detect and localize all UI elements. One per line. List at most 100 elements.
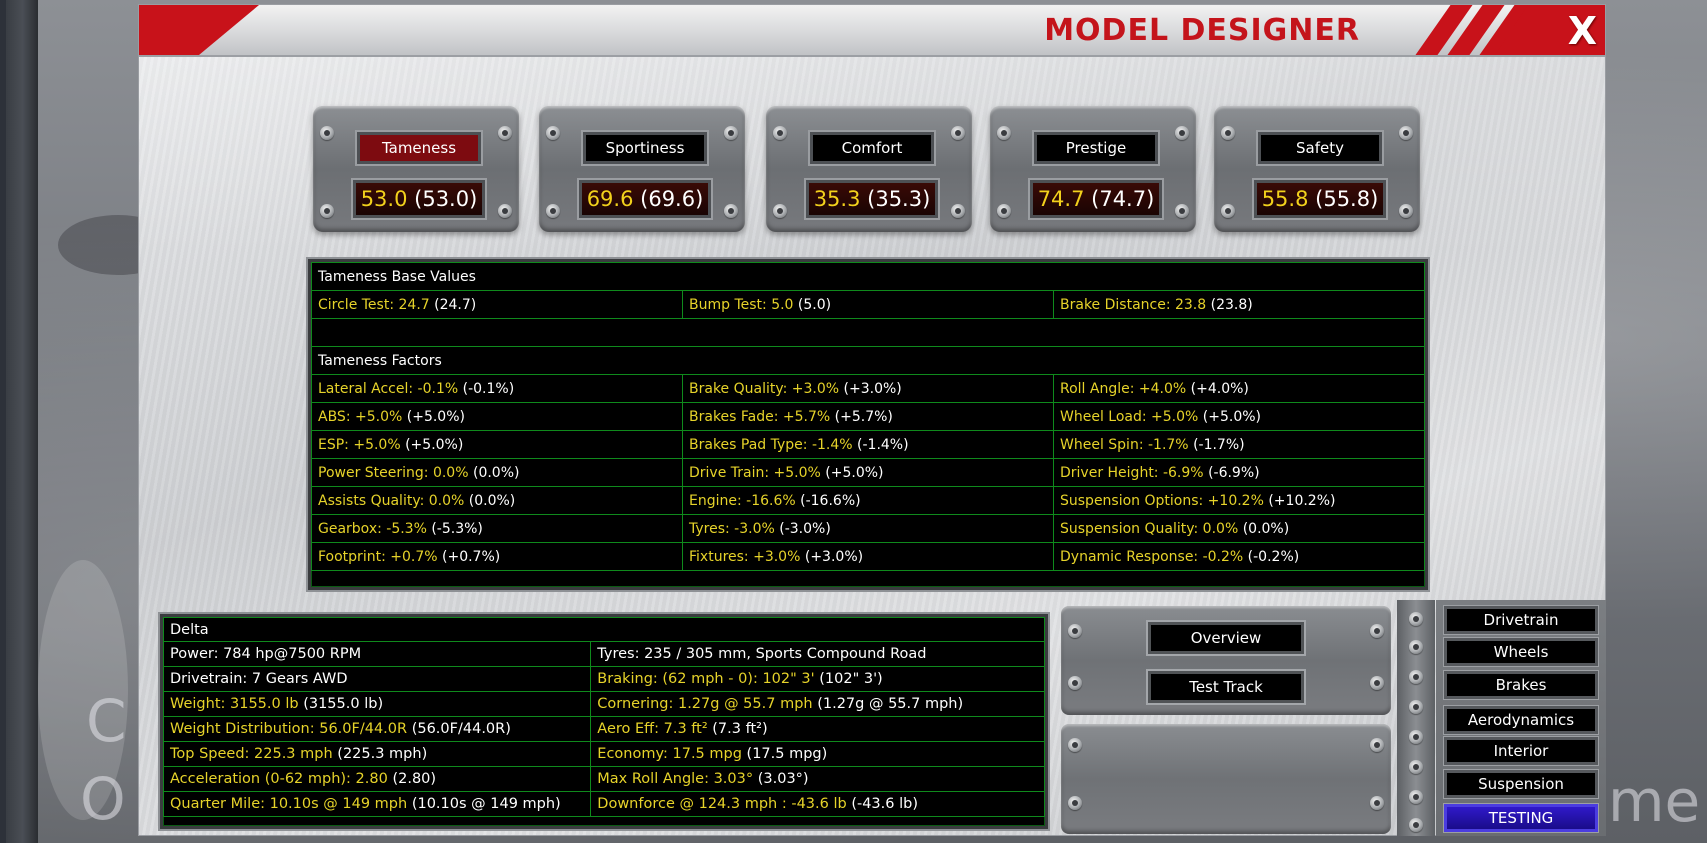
stat-label: Roll Angle: +4.0% [1060,380,1187,397]
rating-previous: (74.7) [1091,187,1155,211]
screw-icon [724,204,738,218]
stat-cell: Cornering: 1.27g @ 55.7 mph (1.27g @ 55.… [590,691,1045,717]
stat-label: Circle Test: 24.7 [318,296,430,313]
action-panel: Overview Test Track [1061,606,1391,715]
menu-button-interior[interactable]: Interior [1443,736,1599,766]
stat-label: Suspension Quality: 0.0% [1060,520,1239,537]
stat-label: ESP: +5.0% [318,436,401,453]
background-ghost-text: O [80,765,126,833]
stat-previous: (+5.0%) [406,408,465,425]
title-accent-left [139,5,259,55]
screw-icon [320,204,334,218]
screw-icon [951,126,965,140]
stat-previous: (1.27g @ 55.7 mph) [817,696,964,712]
stat-previous: (+0.7%) [442,548,501,565]
rating-current: 35.3 [813,187,861,211]
title-bar: MODEL DESIGNER X [139,5,1605,57]
stat-label: Wheel Spin: -1.7% [1060,436,1189,453]
screw-icon [997,126,1011,140]
menu-button-brakes[interactable]: Brakes [1443,670,1599,700]
table-row: Quarter Mile: 10.10s @ 149 mph (10.10s @… [162,791,1045,817]
screw-icon [546,204,560,218]
close-button[interactable]: X [1568,9,1597,53]
table-row: Circle Test: 24.7 (24.7) Bump Test: 5.0 (… [311,290,1425,319]
stat-previous: (5.0) [797,296,832,313]
stat-cell: Power: 784 hp@7500 RPM [162,641,592,667]
stat-cell: Weight: 3155.0 lb (3155.0 lb) [162,691,592,717]
screw-icon [320,126,334,140]
table-row: Weight: 3155.0 lb (3155.0 lb) Cornering: … [162,691,1045,717]
screw-icon [773,126,787,140]
screw-icon [498,204,512,218]
rating-tab-sportiness[interactable]: Sportiness [581,130,709,166]
stat-previous: (-0.1%) [462,380,515,397]
rating-plate-comfort: Comfort 35.3 (35.3) [766,106,972,232]
rating-tab-safety[interactable]: Safety [1256,130,1384,166]
stat-label: Brake Quality: +3.0% [689,380,840,397]
menu-button-drivetrain[interactable]: Drivetrain [1443,605,1599,635]
table-row: Weight Distribution: 56.0F/44.0R (56.0F/… [162,716,1045,742]
stat-cell: Assists Quality: 0.0% (0.0%) [311,486,683,515]
menu-button-testing[interactable]: TESTING [1443,803,1599,833]
rating-tab-comfort[interactable]: Comfort [808,130,936,166]
stat-previous: (2.80) [392,771,437,787]
stat-previous: (7.3 ft²) [712,721,768,737]
table-row: ESP: +5.0% (+5.0%) Brakes Pad Type: -1.4%… [311,430,1425,459]
screw-icon [773,204,787,218]
stat-cell: Lateral Accel: -0.1% (-0.1%) [311,374,683,403]
table-row: Drivetrain: 7 Gears AWD Braking: (62 mph… [162,666,1045,692]
spacer-row [311,318,1425,347]
stat-label: Brake Distance: 23.8 [1060,296,1207,313]
screw-icon [498,126,512,140]
stat-cell: Brakes Fade: +5.7% (+5.7%) [682,402,1054,431]
stat-label: Power: 784 hp@7500 RPM [170,646,362,662]
stat-cell: Brakes Pad Type: -1.4% (-1.4%) [682,430,1054,459]
stat-label: Drive Train: +5.0% [689,464,821,481]
screw-icon [1221,126,1235,140]
menu-button-suspension[interactable]: Suspension [1443,769,1599,799]
stat-previous: (56.0F/44.0R) [411,721,511,737]
stat-previous: (-1.4%) [857,436,909,453]
rating-value: 74.7 (74.7) [1028,178,1164,220]
stat-label: Tyres: -3.0% [689,520,775,537]
stat-cell: Suspension Quality: 0.0% (0.0%) [1053,514,1425,543]
rating-plate-prestige: Prestige 74.7 (74.7) [990,106,1196,232]
screw-icon [1399,204,1413,218]
rating-tab-prestige[interactable]: Prestige [1032,130,1160,166]
stat-previous: (+10.2%) [1268,492,1336,509]
tameness-table: Tameness Base Values Circle Test: 24.7 (… [308,259,1428,590]
stat-cell: Top Speed: 225.3 mph (225.3 mph) [162,741,592,767]
stat-previous: (23.8) [1210,296,1253,313]
rating-current: 74.7 [1037,187,1085,211]
stat-label: Tyres: 235 / 305 mm, Sports Compound Roa… [597,646,927,662]
screw-icon [1175,126,1189,140]
menu-button-aerodynamics[interactable]: Aerodynamics [1443,705,1599,735]
stat-cell: Dynamic Response: -0.2% (-0.2%) [1053,542,1425,571]
rating-plate-sportiness: Sportiness 69.6 (69.6) [539,106,745,232]
stat-cell: Max Roll Angle: 3.03° (3.03°) [590,766,1045,792]
stat-previous: (+5.0%) [1202,408,1262,425]
overview-button[interactable]: Overview [1146,620,1306,656]
screw-icon [1221,204,1235,218]
stat-label: ABS: +5.0% [318,408,403,425]
stat-cell: Weight Distribution: 56.0F/44.0R (56.0F/… [162,716,592,742]
delta-table: Delta Power: 784 hp@7500 RPM Tyres: 235 … [160,614,1048,829]
test-track-button[interactable]: Test Track [1146,669,1306,705]
stat-label: Weight: 3155.0 lb [170,696,299,712]
stat-label: Assists Quality: 0.0% [318,492,465,509]
table-row: Top Speed: 225.3 mph (225.3 mph) Economy:… [162,741,1045,767]
stat-cell: Suspension Options: +10.2% (+10.2%) [1053,486,1425,515]
stat-label: Lateral Accel: -0.1% [318,380,459,397]
table-row: Assists Quality: 0.0% (0.0%) Engine: -16.… [311,486,1425,515]
stat-label: Max Roll Angle: 3.03° [597,771,754,787]
menu-button-wheels[interactable]: Wheels [1443,637,1599,667]
stat-cell: Brake Distance: 23.8 (23.8) [1053,290,1425,319]
stat-previous: (0.0%) [1242,520,1290,537]
stat-cell: Braking: (62 mph - 0): 102" 3' (102" 3') [590,666,1045,692]
stat-label: Top Speed: 225.3 mph [170,746,333,762]
rating-tab-tameness[interactable]: Tameness [355,130,483,166]
stat-label: Power Steering: 0.0% [318,464,469,481]
stat-label: Bump Test: 5.0 [689,296,794,313]
stat-cell: Drivetrain: 7 Gears AWD [162,666,592,692]
left-edge [0,0,38,843]
